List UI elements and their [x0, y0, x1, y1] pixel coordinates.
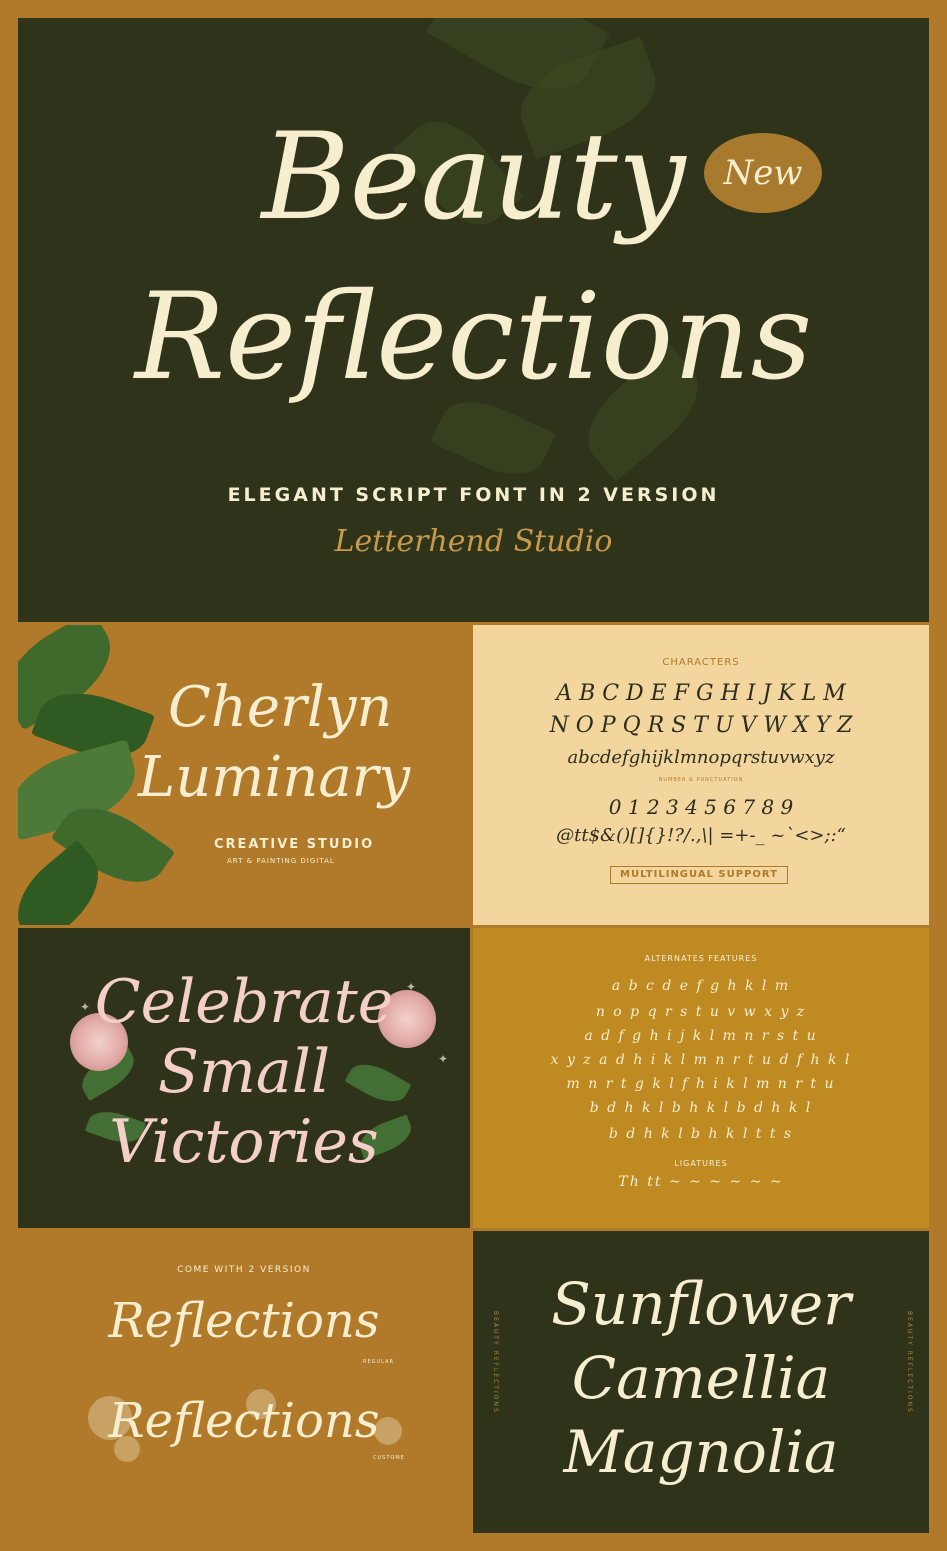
alternates-row: b d h k l b h k l t t s: [608, 1126, 794, 1142]
studio-name: Letterhend Studio: [334, 524, 613, 559]
alternates-row: n o p q r s t u v w x y z: [595, 1004, 807, 1020]
camellia-title: Camellia: [571, 1344, 831, 1412]
alternates-panel: ALTERNATES FEATURES a b c d e f g h k l …: [473, 928, 929, 1228]
font-showcase: Beauty Reflections New ELEGANT SCRIPT FO…: [0, 0, 947, 1551]
alternates-label: ALTERNATES FEATURES: [644, 954, 758, 963]
new-badge: New: [704, 133, 822, 213]
celebrate-line-1: Celebrate: [94, 967, 394, 1037]
versions-label: COME WITH 2 VERSION: [177, 1265, 311, 1275]
celebrate-line-2: Small: [157, 1037, 331, 1107]
numbers-label: NUMBER & PUNCTUATION: [658, 777, 744, 783]
cherlyn-caption: ART & PAINTING DIGITAL: [227, 857, 335, 865]
punctuation-row: @tt$&()[]{}!?/.,\| =+-_ ~`<>;:“: [556, 825, 846, 846]
hero-subtitle: ELEGANT SCRIPT FONT IN 2 VERSION: [227, 484, 720, 506]
numbers-row: 0 1 2 3 4 5 6 7 8 9: [608, 795, 794, 819]
hero-panel: Beauty Reflections New ELEGANT SCRIPT FO…: [18, 18, 929, 622]
celebrate-panel: ✦ ✦ ✦ Celebrate Small Victories: [18, 928, 470, 1228]
celebrate-line-3: Victories: [109, 1107, 379, 1177]
custom-version-sample: Reflections: [108, 1393, 380, 1449]
alternates-row: b d h k l b h k l b d h k l: [589, 1100, 813, 1116]
ligatures-row: Th tt ~ ~ ~ ~ ~ ~: [618, 1174, 784, 1190]
new-badge-label: New: [723, 153, 803, 193]
alternates-row: x y z a d h i k l m n r t u d f h k l: [550, 1052, 852, 1068]
versions-panel: COME WITH 2 VERSION Reflections REGULAR …: [18, 1231, 470, 1533]
characters-panel: CHARACTERS A B C D E F G H I J K L M N O…: [473, 625, 929, 925]
flowers-panel: BEAUTY REFLECTIONS BEAUTY REFLECTIONS Su…: [473, 1231, 929, 1533]
alternates-row: m n r t g k l f h i k l m n r t u: [566, 1076, 836, 1092]
luminary-title: Luminary: [138, 745, 411, 810]
custom-tag: CUSTOME: [373, 1455, 405, 1461]
uppercase-row-2: N O P Q R S T U V W X Y Z: [549, 713, 853, 738]
sunflower-title: Sunflower: [551, 1270, 851, 1338]
ligatures-label: LIGATURES: [674, 1159, 728, 1168]
multilingual-support-label: MULTILINGUAL SUPPORT: [610, 866, 788, 884]
hero-title-reflections: Reflections: [134, 268, 813, 407]
regular-version-sample: Reflections: [108, 1293, 380, 1349]
cherlyn-panel: Cherlyn Luminary CREATIVE STUDIO ART & P…: [18, 625, 470, 925]
characters-label: CHARACTERS: [662, 657, 740, 668]
lowercase-row: abcdefghijklmnopqrstuvwxyz: [567, 747, 835, 768]
regular-tag: REGULAR: [363, 1359, 394, 1365]
alternates-row: a b c d e f g h k l m: [611, 978, 791, 994]
magnolia-title: Magnolia: [563, 1418, 839, 1486]
cherlyn-subtitle: CREATIVE STUDIO: [214, 837, 375, 852]
uppercase-row-1: A B C D E F G H I J K L M: [556, 681, 846, 706]
alternates-row: a d f g h i j k l m n r s t u: [584, 1028, 818, 1044]
cherlyn-title: Cherlyn: [168, 675, 393, 740]
